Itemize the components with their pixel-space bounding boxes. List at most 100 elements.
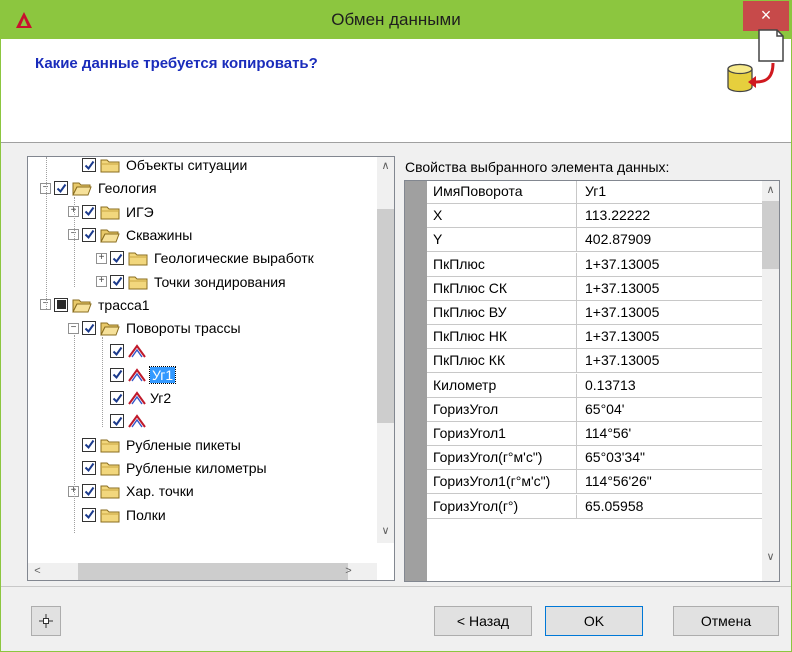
- tree-node-checkbox[interactable]: [110, 274, 124, 289]
- property-value: 0.13713: [585, 376, 636, 393]
- tree-node-checkbox[interactable]: [54, 297, 68, 312]
- property-row[interactable]: ГоризУгол(г°) 65.05958: [427, 494, 764, 519]
- property-name: ПкПлюс СК: [427, 276, 577, 300]
- tree-node-checkbox[interactable]: [82, 227, 96, 242]
- tree-scroll-left-arrow[interactable]: <: [29, 563, 46, 580]
- pin-button[interactable]: [31, 606, 61, 636]
- property-row[interactable]: ГоризУгол(г°м'с") 65°03'34": [427, 446, 764, 471]
- tree-node[interactable]: Полки: [68, 504, 166, 526]
- property-value: 1+37.13005: [585, 352, 660, 369]
- title-bar[interactable]: Обмен данными ×: [1, 1, 791, 39]
- property-name: ПкПлюс НК: [427, 325, 577, 349]
- property-value: 1+37.13005: [585, 279, 660, 296]
- tree-scroll-thumb[interactable]: [377, 209, 394, 423]
- tree-node-label: Уг1: [148, 365, 177, 384]
- tree-node-checkbox[interactable]: [82, 204, 96, 219]
- property-row[interactable]: ПкПлюс НК 1+37.13005: [427, 325, 764, 350]
- properties-scroll-thumb[interactable]: [762, 201, 779, 269]
- tree-node-checkbox[interactable]: [110, 344, 124, 359]
- tree-node[interactable]: [96, 340, 150, 362]
- tree-node[interactable]: − Геология: [40, 177, 157, 199]
- folder-icon: [100, 437, 126, 453]
- property-name: ГоризУгол1: [427, 422, 577, 445]
- properties-scroll-up-arrow[interactable]: ∧: [762, 182, 779, 199]
- property-row[interactable]: ГоризУгол 65°04': [427, 397, 764, 422]
- folder-icon: [100, 483, 126, 499]
- property-row[interactable]: ПкПлюс 1+37.13005: [427, 252, 764, 277]
- turn-icon: [128, 414, 150, 428]
- properties-caption: Свойства выбранного элемента данных:: [405, 159, 670, 175]
- property-value: 1+37.13005: [585, 255, 660, 272]
- tree-node[interactable]: + Геологические выработк: [96, 247, 314, 269]
- tree-node-label: Рубленые километры: [126, 459, 267, 476]
- properties-grid[interactable]: ИмяПоворота Уг1 X 113.22222 Y 402.87909 ПкПлюс…: [404, 180, 780, 582]
- tree-scroll-right-arrow[interactable]: >: [340, 563, 357, 580]
- tree-node-checkbox[interactable]: [82, 484, 96, 499]
- folder-icon: [100, 157, 126, 173]
- property-value: 1+37.13005: [585, 304, 660, 320]
- property-value: Уг1: [585, 183, 607, 199]
- tree-horizontal-scrollbar[interactable]: < >: [28, 563, 377, 580]
- tree-node-label: Геология: [98, 180, 157, 197]
- property-name: Y: [427, 228, 577, 252]
- tree-connector: [46, 157, 47, 309]
- tree-connector: [102, 337, 103, 427]
- tree-node[interactable]: Уг1: [96, 364, 177, 386]
- tree-node-label: Точки зондирования: [154, 273, 286, 290]
- expand-icon[interactable]: +: [96, 276, 107, 287]
- tree-node[interactable]: − Повороты трассы: [68, 317, 241, 339]
- turn-icon: [128, 367, 150, 382]
- tree-scroll-up-arrow[interactable]: ∧: [377, 158, 394, 175]
- property-row[interactable]: ГоризУгол1 114°56': [427, 422, 764, 446]
- property-row[interactable]: ПкПлюс ВУ 1+37.13005: [427, 301, 764, 325]
- tree-node-checkbox[interactable]: [54, 181, 68, 196]
- tree-node-checkbox[interactable]: [110, 367, 124, 382]
- property-value: 113.22222: [585, 207, 651, 224]
- window-title: Обмен данными: [331, 10, 461, 29]
- tree-node-checkbox[interactable]: [82, 321, 96, 336]
- property-row[interactable]: Y 402.87909: [427, 228, 764, 253]
- cancel-button[interactable]: Отмена: [673, 606, 779, 636]
- property-row[interactable]: ИмяПоворота Уг1: [427, 181, 764, 204]
- tree-node-checkbox[interactable]: [110, 414, 124, 429]
- collapse-icon[interactable]: −: [68, 322, 79, 334]
- tree-node-checkbox[interactable]: [82, 507, 96, 522]
- tree-node-checkbox[interactable]: [82, 460, 96, 475]
- property-value: 114°56': [585, 425, 632, 441]
- folder-open-icon: [100, 320, 126, 336]
- tree-node[interactable]: Уг2: [96, 387, 171, 409]
- tree-connector: [74, 335, 75, 533]
- properties-row-header-gutter: [405, 181, 427, 581]
- properties-vertical-scrollbar[interactable]: ∧ ∨: [762, 181, 779, 581]
- header-question: Какие данные требуется копировать?: [35, 55, 318, 72]
- tree-node-checkbox[interactable]: [82, 158, 96, 172]
- expand-icon[interactable]: +: [96, 252, 107, 264]
- tree-node[interactable]: + ИГЭ: [68, 201, 154, 223]
- tree-node[interactable]: Рубленые километры: [68, 457, 267, 479]
- tree-node[interactable]: − трасса1: [40, 294, 150, 316]
- property-value: 1+37.13005: [585, 328, 660, 345]
- property-row[interactable]: ГоризУгол1(г°м'с") 114°56'26": [427, 470, 764, 495]
- data-tree[interactable]: Объекты ситуации − Геология + ИГЭ − Скважины + Г…: [27, 156, 395, 581]
- tree-scroll-down-arrow[interactable]: ∨: [377, 523, 394, 540]
- tree-hscroll-thumb[interactable]: [78, 563, 348, 580]
- tree-node-checkbox[interactable]: [110, 251, 124, 266]
- property-row[interactable]: Километр 0.13713: [427, 373, 764, 398]
- property-value: 65.05958: [585, 497, 644, 514]
- tree-node[interactable]: − Скважины: [68, 224, 192, 246]
- tree-node[interactable]: [96, 410, 150, 432]
- tree-vertical-scrollbar[interactable]: ∧ ∨: [377, 157, 394, 543]
- ok-button[interactable]: OK: [545, 606, 643, 636]
- tree-node[interactable]: Рубленые пикеты: [68, 434, 241, 456]
- property-row[interactable]: ПкПлюс СК 1+37.13005: [427, 276, 764, 301]
- property-row[interactable]: X 113.22222: [427, 204, 764, 229]
- tree-node[interactable]: Объекты ситуации: [68, 157, 247, 176]
- properties-scroll-down-arrow[interactable]: ∨: [762, 549, 779, 566]
- tree-node[interactable]: + Хар. точки: [68, 480, 194, 502]
- tree-node-label: Уг2: [150, 390, 172, 406]
- tree-node[interactable]: + Точки зондирования: [96, 271, 286, 293]
- tree-node-checkbox[interactable]: [82, 437, 96, 452]
- tree-node-checkbox[interactable]: [110, 391, 124, 405]
- property-row[interactable]: ПкПлюс КК 1+37.13005: [427, 349, 764, 374]
- back-button[interactable]: < Назад: [434, 606, 532, 636]
